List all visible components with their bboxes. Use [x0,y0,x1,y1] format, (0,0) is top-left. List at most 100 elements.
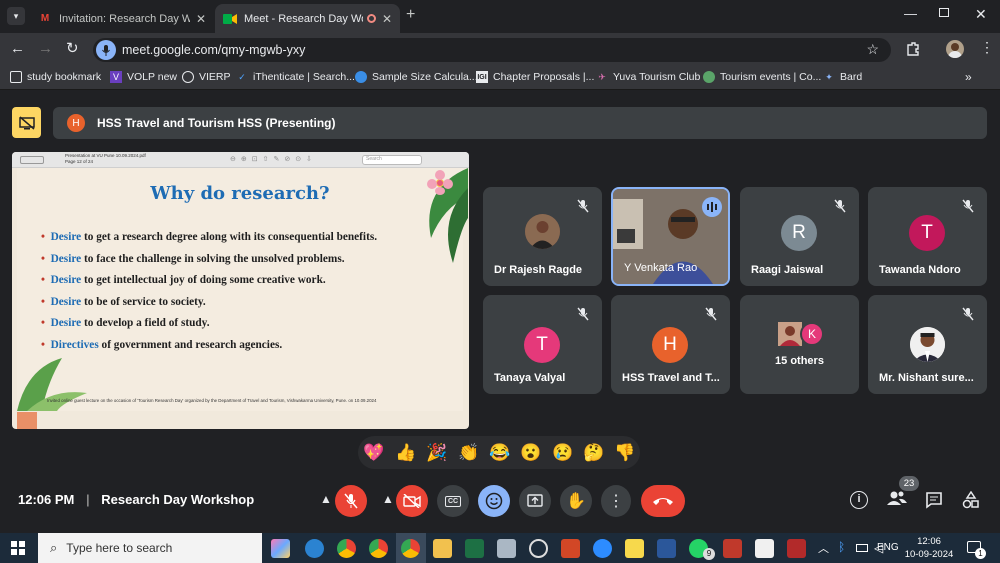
reload-icon[interactable]: ↻ [66,39,79,57]
thumbs-up-reaction[interactable]: 👍 [394,443,418,463]
others-tile[interactable]: K 15 others [740,295,859,394]
present-icon [527,494,543,507]
extensions-icon[interactable] [905,41,921,57]
raise-hand-button[interactable]: ✋ [560,485,592,517]
gmail-icon: M [40,13,50,24]
bookmark-study[interactable]: study bookmark [10,71,101,83]
participant-tile[interactable]: T Tawanda Ndoro [868,187,987,286]
windows-start-icon[interactable] [11,541,25,555]
bookmark-star-icon[interactable]: ☆ [866,41,879,58]
laugh-reaction[interactable]: 😂 [488,443,512,463]
edge-icon[interactable] [305,539,324,558]
chrome-active-icon[interactable] [401,539,420,558]
clap-reaction[interactable]: 👏 [457,443,481,463]
bookmark-label: VIERP [199,71,231,83]
chrome-profile-icon[interactable] [369,539,388,558]
speaking-indicator-icon [702,197,722,217]
thinking-reaction[interactable]: 🤔 [582,443,606,463]
bluetooth-icon[interactable]: ᛒ [838,540,845,554]
reactions-button[interactable] [478,485,510,517]
zoom-icon[interactable] [593,539,612,558]
system-clock[interactable]: 12:06 10-09-2024 [902,535,956,561]
slide-corner-decoration [17,412,37,429]
powerpoint-icon[interactable] [561,539,580,558]
people-button[interactable] [886,489,908,509]
meet-icon [223,12,237,26]
participant-tile[interactable]: T Tanaya Valyal [483,295,602,394]
battery-icon[interactable] [856,544,868,552]
stop-presenting-icon[interactable] [12,107,41,138]
tab-meet[interactable]: Meet - Research Day Works ✕ [215,4,400,33]
copilot-icon[interactable] [271,539,290,558]
sticky-notes-icon[interactable] [625,539,644,558]
pdf-tools-icon: ⊖⊕⊡⇧✎⊘⊙⇩ [230,156,317,163]
video-options-icon[interactable]: ▲ [382,492,394,506]
window-close-icon[interactable]: ✕ [975,6,987,23]
camera-toggle-button[interactable] [396,485,428,517]
address-bar[interactable]: meet.google.com/qmy-mgwb-yxy ☆ [93,38,891,62]
present-button[interactable] [519,485,551,517]
captions-button[interactable]: CC [437,485,469,517]
minimize-icon[interactable]: — [904,6,917,21]
sidebar-toggle-icon[interactable] [20,156,44,164]
chat-button[interactable] [925,491,943,509]
participant-tile[interactable]: R Raagi Jaiswal [740,187,859,286]
audio-options-icon[interactable]: ▲ [320,492,332,506]
heart-reaction[interactable]: 💖 [362,443,386,463]
calculator-icon[interactable] [497,539,516,558]
bullet-text: to be of service to society. [81,295,206,308]
bookmark-ithenticate[interactable]: ✓ iThenticate | Search... [236,71,355,83]
party-reaction[interactable]: 🎉 [425,443,449,463]
spss-icon[interactable] [787,539,806,558]
sad-reaction[interactable]: 😢 [551,443,575,463]
bookmark-yuva[interactable]: ✈ Yuva Tourism Club [596,71,700,83]
word-icon[interactable] [657,539,676,558]
profile-avatar[interactable] [946,40,964,58]
meeting-details-icon[interactable]: i [850,491,868,509]
mic-off-icon [577,199,589,213]
participant-tile[interactable]: Mr. Nishant sure... [868,295,987,394]
slide-bullet: • Directives of government and research … [41,338,283,351]
chrome-icon[interactable] [337,539,356,558]
pdf-search-input[interactable]: Search [362,155,422,165]
tray-chevron-icon[interactable]: ︿ [818,540,829,556]
chat-icon [926,492,942,509]
bookmark-tourism-events[interactable]: Tourism events | Co... [703,71,821,83]
bookmark-bard[interactable]: ✦ Bard [823,71,862,83]
back-icon[interactable]: ← [10,40,25,57]
app-icon[interactable] [723,539,742,558]
more-options-button[interactable]: ⋮ [601,485,631,517]
activities-button[interactable] [962,490,980,509]
language-indicator[interactable]: ENG [877,542,899,553]
bookmark-chapter[interactable]: IGI Chapter Proposals |... [476,71,594,83]
participant-tile[interactable]: H HSS Travel and T... [611,295,730,394]
document-icon[interactable] [755,539,774,558]
slide-footer: Invited online guest lecture on the occa… [47,398,377,403]
tab-gmail[interactable]: M Invitation: Research Day Worksh ✕ [30,4,214,33]
more-bookmarks-icon[interactable]: » [965,70,972,84]
tab-search-icon[interactable]: ▾ [7,7,25,25]
bookmark-volp[interactable]: V VOLP new [110,71,177,83]
bookmark-sample-size[interactable]: Sample Size Calcula... [355,71,478,83]
new-tab-icon[interactable]: + [406,6,415,24]
leave-call-button[interactable] [641,485,685,517]
notifications-badge: 1 [975,548,986,559]
bookmark-vierp[interactable]: VIERP [182,71,231,83]
mic-toggle-button[interactable] [335,485,367,517]
file-explorer-icon[interactable] [433,539,452,558]
menu-icon[interactable]: ⋮ [980,39,994,56]
thumbs-down-reaction[interactable]: 👎 [613,443,637,463]
openai-icon[interactable] [529,539,548,558]
restore-icon[interactable] [939,8,949,17]
close-icon[interactable]: ✕ [196,12,206,26]
shared-screen[interactable]: Presentation at VU Pune 10.09.2024.pdf Pa… [12,152,469,429]
bookmark-label: Yuva Tourism Club [613,71,701,83]
site-info-icon[interactable] [96,40,116,60]
participant-tile[interactable]: Dr Rajesh Ragde [483,187,602,286]
participant-tile-active-speaker[interactable]: Y Venkata Rao [611,187,730,286]
taskbar-search[interactable]: ⌕ Type here to search [38,533,262,563]
forward-icon[interactable]: → [38,40,53,57]
close-icon[interactable]: ✕ [382,12,392,26]
surprised-reaction[interactable]: 😮 [519,443,543,463]
excel-icon[interactable] [465,539,484,558]
